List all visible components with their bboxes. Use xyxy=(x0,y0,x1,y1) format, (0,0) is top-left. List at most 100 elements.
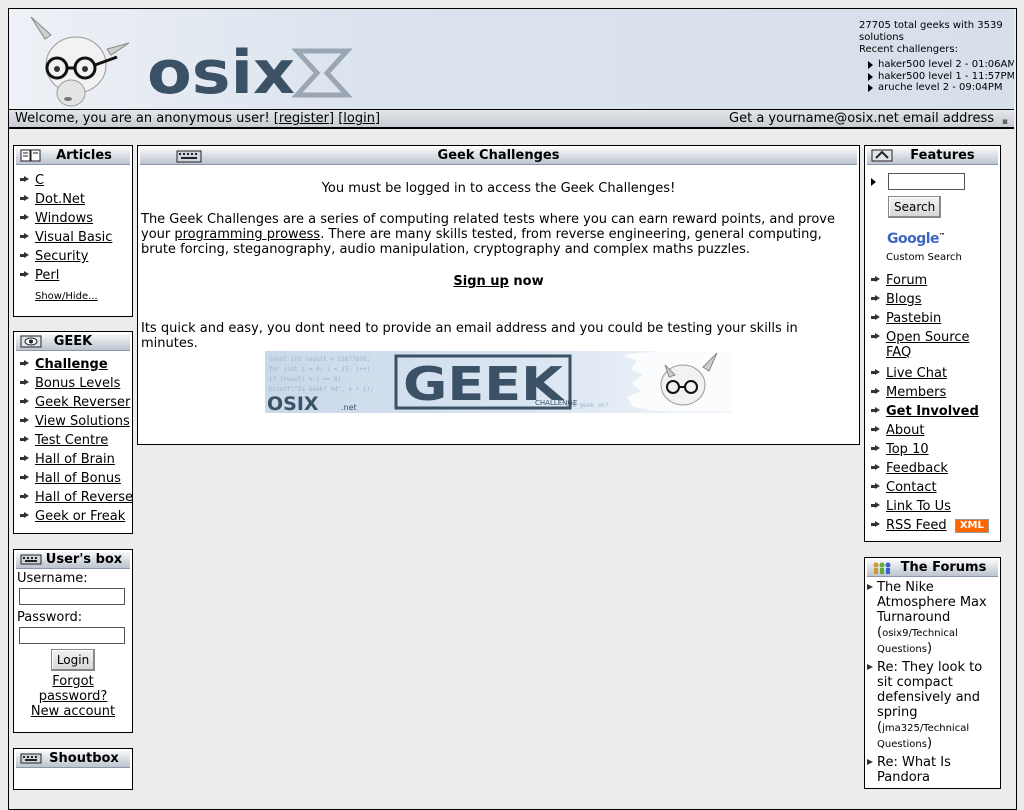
geek-item-hall-of-reverse[interactable]: Hall of Reverse xyxy=(14,488,133,507)
feature-link[interactable]: Forum xyxy=(886,273,927,288)
feature-link[interactable]: Top 10 xyxy=(886,442,929,457)
feature-item-forum[interactable]: Forum xyxy=(865,271,1000,290)
geek-link[interactable]: Geek Reverser xyxy=(35,395,130,410)
article-link[interactable]: Visual Basic xyxy=(35,230,112,245)
site-header: osix 27705 total geeks with 3539 solutio… xyxy=(9,9,1014,110)
search-button[interactable]: Search xyxy=(888,196,942,218)
geek-item-bonus-levels[interactable]: Bonus Levels xyxy=(14,374,132,393)
feature-item-rss-feed[interactable]: RSS Feed XML xyxy=(865,516,1000,535)
feature-link[interactable]: Live Chat xyxy=(886,366,947,381)
feature-item-blogs[interactable]: Blogs xyxy=(865,290,1000,309)
geek-item-hall-of-bonus[interactable]: Hall of Bonus xyxy=(14,469,132,488)
article-item-c[interactable]: C xyxy=(14,171,132,190)
geek-item-view-solutions[interactable]: View Solutions xyxy=(14,412,132,431)
geek-challenges-panel: Geek Challenges You must be logged in to… xyxy=(137,145,860,445)
geek-link[interactable]: Challenge xyxy=(35,357,108,372)
geek-link[interactable]: View Solutions xyxy=(35,414,130,429)
feature-item-open-source-faq[interactable]: Open Source FAQ xyxy=(865,328,986,364)
password-input[interactable] xyxy=(19,627,125,644)
geek-link[interactable]: Geek or Freak xyxy=(35,509,125,524)
forums-box: The Forums The Nike Atmosphere Max Turna… xyxy=(864,557,1001,789)
feature-link[interactable]: Pastebin xyxy=(886,311,941,326)
features-title: Features xyxy=(910,148,975,163)
challenges-description: The Geek Challenges are a series of comp… xyxy=(141,212,856,257)
users-box-header: User's box xyxy=(16,552,130,569)
geek-list: Challenge Bonus Levels Geek Reverser Vie… xyxy=(14,355,133,526)
geek-item-hall-of-brain[interactable]: Hall of Brain xyxy=(14,450,132,469)
forum-post-title[interactable]: Re: They look to sit compact defensively… xyxy=(877,660,982,720)
challenger-entry: haker500 level 2 - 01:06AM xyxy=(868,59,1014,71)
welcome-bar: Welcome, you are an anonymous user! [reg… xyxy=(9,110,1014,129)
article-item-dotnet[interactable]: Dot.Net xyxy=(14,190,132,209)
feature-item-contact[interactable]: Contact xyxy=(865,478,1000,497)
articles-list: C Dot.Net Windows Visual Basic Security … xyxy=(14,171,132,285)
article-link[interactable]: Windows xyxy=(35,211,93,226)
xml-badge[interactable]: XML xyxy=(954,518,989,533)
forum-post-title[interactable]: Re: What Is Pandora xyxy=(877,755,951,785)
geek-challenge-banner[interactable]: const int result = 15677676; for (int i … xyxy=(265,351,733,413)
geek-link[interactable]: Hall of Bonus xyxy=(35,471,121,486)
feature-item-members[interactable]: Members xyxy=(865,383,1000,402)
forum-post[interactable]: Re: What Is Pandora xyxy=(865,755,1000,785)
feature-item-link-to-us[interactable]: Link To Us xyxy=(865,497,1000,516)
email-promo-link[interactable]: Get a yourname@osix.net email address xyxy=(729,110,994,127)
login-link[interactable]: login xyxy=(343,111,375,126)
geek-item-challenge[interactable]: Challenge xyxy=(14,355,132,374)
feature-link[interactable]: Contact xyxy=(886,480,937,495)
banner-code-text: if (result % i == 0) xyxy=(269,376,341,383)
banner-code-text: for (int i = 0; i < 15; i++) xyxy=(269,366,370,373)
feature-item-top-10[interactable]: Top 10 xyxy=(865,440,1000,459)
site-search-input[interactable] xyxy=(888,173,965,190)
geek-item-geek-or-freak[interactable]: Geek or Freak xyxy=(14,507,132,526)
signup-link[interactable]: Sign up xyxy=(453,274,508,289)
programming-prowess-link[interactable]: programming prowess xyxy=(174,227,320,242)
new-account-link[interactable]: New account xyxy=(31,704,115,719)
forgot-password-link[interactable]: Forgot password? xyxy=(39,674,108,704)
feature-link[interactable]: About xyxy=(886,423,924,438)
article-link[interactable]: C xyxy=(35,173,44,188)
article-link[interactable]: Perl xyxy=(35,268,59,283)
geek-link[interactable]: Bonus Levels xyxy=(35,376,120,391)
username-input[interactable] xyxy=(19,588,125,605)
feature-item-get-involved[interactable]: Get Involved xyxy=(865,402,1000,421)
login-button[interactable]: Login xyxy=(50,649,96,671)
geek-link[interactable]: Hall of Brain xyxy=(35,452,115,467)
feature-link[interactable]: RSS Feed xyxy=(886,518,947,533)
feature-item-pastebin[interactable]: Pastebin xyxy=(865,309,1000,328)
article-item-visual-basic[interactable]: Visual Basic xyxy=(14,228,132,247)
show-hide-link[interactable]: Show/Hide... xyxy=(35,291,98,302)
geek-link[interactable]: Test Centre xyxy=(35,433,108,448)
login-notice: You must be logged in to access the Geek… xyxy=(321,181,676,196)
users-box: User's box Username: Password: Login For… xyxy=(13,549,133,733)
article-link[interactable]: Security xyxy=(35,249,88,264)
feature-link[interactable]: Feedback xyxy=(886,461,948,476)
article-item-security[interactable]: Security xyxy=(14,247,132,266)
forum-post-title[interactable]: The Nike Atmosphere Max Turnaround xyxy=(877,580,987,625)
banner-challenge-text: CHALLENGE xyxy=(535,399,577,407)
feature-link[interactable]: Open Source FAQ xyxy=(886,330,970,360)
feature-item-about[interactable]: About xyxy=(865,421,1000,440)
feature-link[interactable]: Members xyxy=(886,385,946,400)
feature-item-feedback[interactable]: Feedback xyxy=(865,459,1000,478)
welcome-message: Welcome, you are an anonymous user! [reg… xyxy=(15,110,380,127)
feature-link[interactable]: Get Involved xyxy=(886,404,979,419)
feature-link[interactable]: Link To Us xyxy=(886,499,951,514)
forum-post[interactable]: Re: They look to sit compact defensively… xyxy=(865,660,1000,752)
arrow-icon xyxy=(871,178,876,186)
geek-challenges-title: Geek Challenges xyxy=(437,148,560,163)
geek-link[interactable]: Hall of Reverse xyxy=(35,490,133,505)
geek-item-test-centre[interactable]: Test Centre xyxy=(14,431,132,450)
keyboard-icon xyxy=(20,554,42,565)
forum-post[interactable]: The Nike Atmosphere Max Turnaround (osix9… xyxy=(865,580,1000,657)
article-item-perl[interactable]: Perl xyxy=(14,266,132,285)
geek-challenges-header: Geek Challenges xyxy=(140,148,857,165)
feature-item-live-chat[interactable]: Live Chat xyxy=(865,364,1000,383)
shoutbox-box: Shoutbox xyxy=(13,748,133,790)
article-link[interactable]: Dot.Net xyxy=(35,192,85,207)
register-link[interactable]: register xyxy=(279,111,329,126)
feature-link[interactable]: Blogs xyxy=(886,292,922,307)
google-logo: Google™ xyxy=(887,231,945,247)
corner-icon: ▪ xyxy=(1001,117,1008,127)
geek-item-geek-reverser[interactable]: Geek Reverser xyxy=(14,393,132,412)
article-item-windows[interactable]: Windows xyxy=(14,209,132,228)
